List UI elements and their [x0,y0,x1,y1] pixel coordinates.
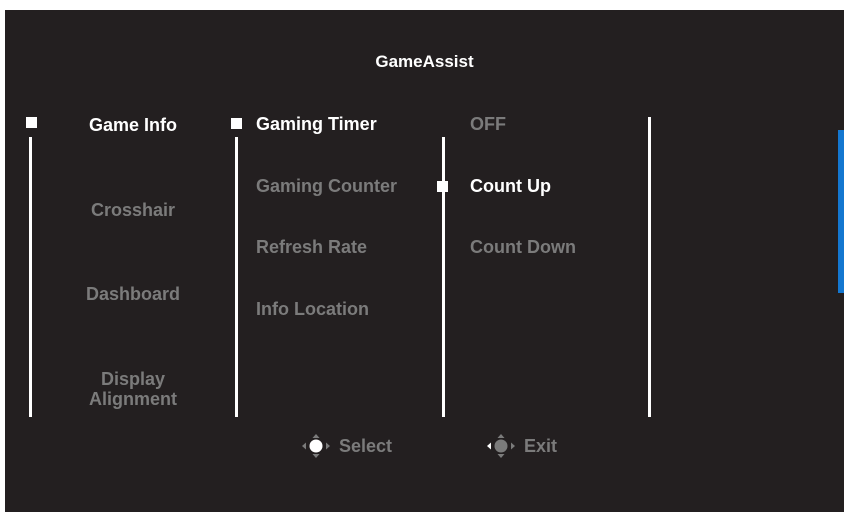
joystick-left-icon [487,434,515,458]
menu-item-label: Display Alignment [89,369,177,409]
option-off[interactable]: OFF [470,114,506,135]
select-hint: Select [301,433,392,459]
osd-menu: GameAssist Game Info Crosshair Dashboard… [5,10,844,512]
menu-item-crosshair[interactable]: Crosshair [63,200,203,221]
column-divider [29,137,32,417]
submenu-item-gaming-counter[interactable]: Gaming Counter [256,176,397,197]
selection-marker-level2 [231,118,242,129]
column-divider [442,137,445,417]
submenu-item-refresh-rate[interactable]: Refresh Rate [256,237,367,258]
selection-marker-level3 [437,181,448,192]
scrollbar[interactable] [838,130,844,293]
submenu-item-info-location[interactable]: Info Location [256,299,369,320]
menu-item-display-alignment[interactable]: Display Alignment [63,369,203,409]
exit-label: Exit [524,435,558,456]
option-count-up[interactable]: Count Up [470,176,551,197]
joystick-press-icon [302,434,330,458]
menu-title: GameAssist [375,52,474,71]
column-divider [235,137,238,417]
option-count-down[interactable]: Count Down [470,237,576,258]
submenu-item-gaming-timer[interactable]: Gaming Timer [256,114,377,135]
column-divider [648,117,651,417]
select-label: Select [339,435,393,456]
exit-hint: Exit [486,433,557,459]
menu-item-dashboard[interactable]: Dashboard [63,284,203,305]
selection-marker-level1 [26,117,37,128]
menu-item-game-info[interactable]: Game Info [63,115,203,136]
